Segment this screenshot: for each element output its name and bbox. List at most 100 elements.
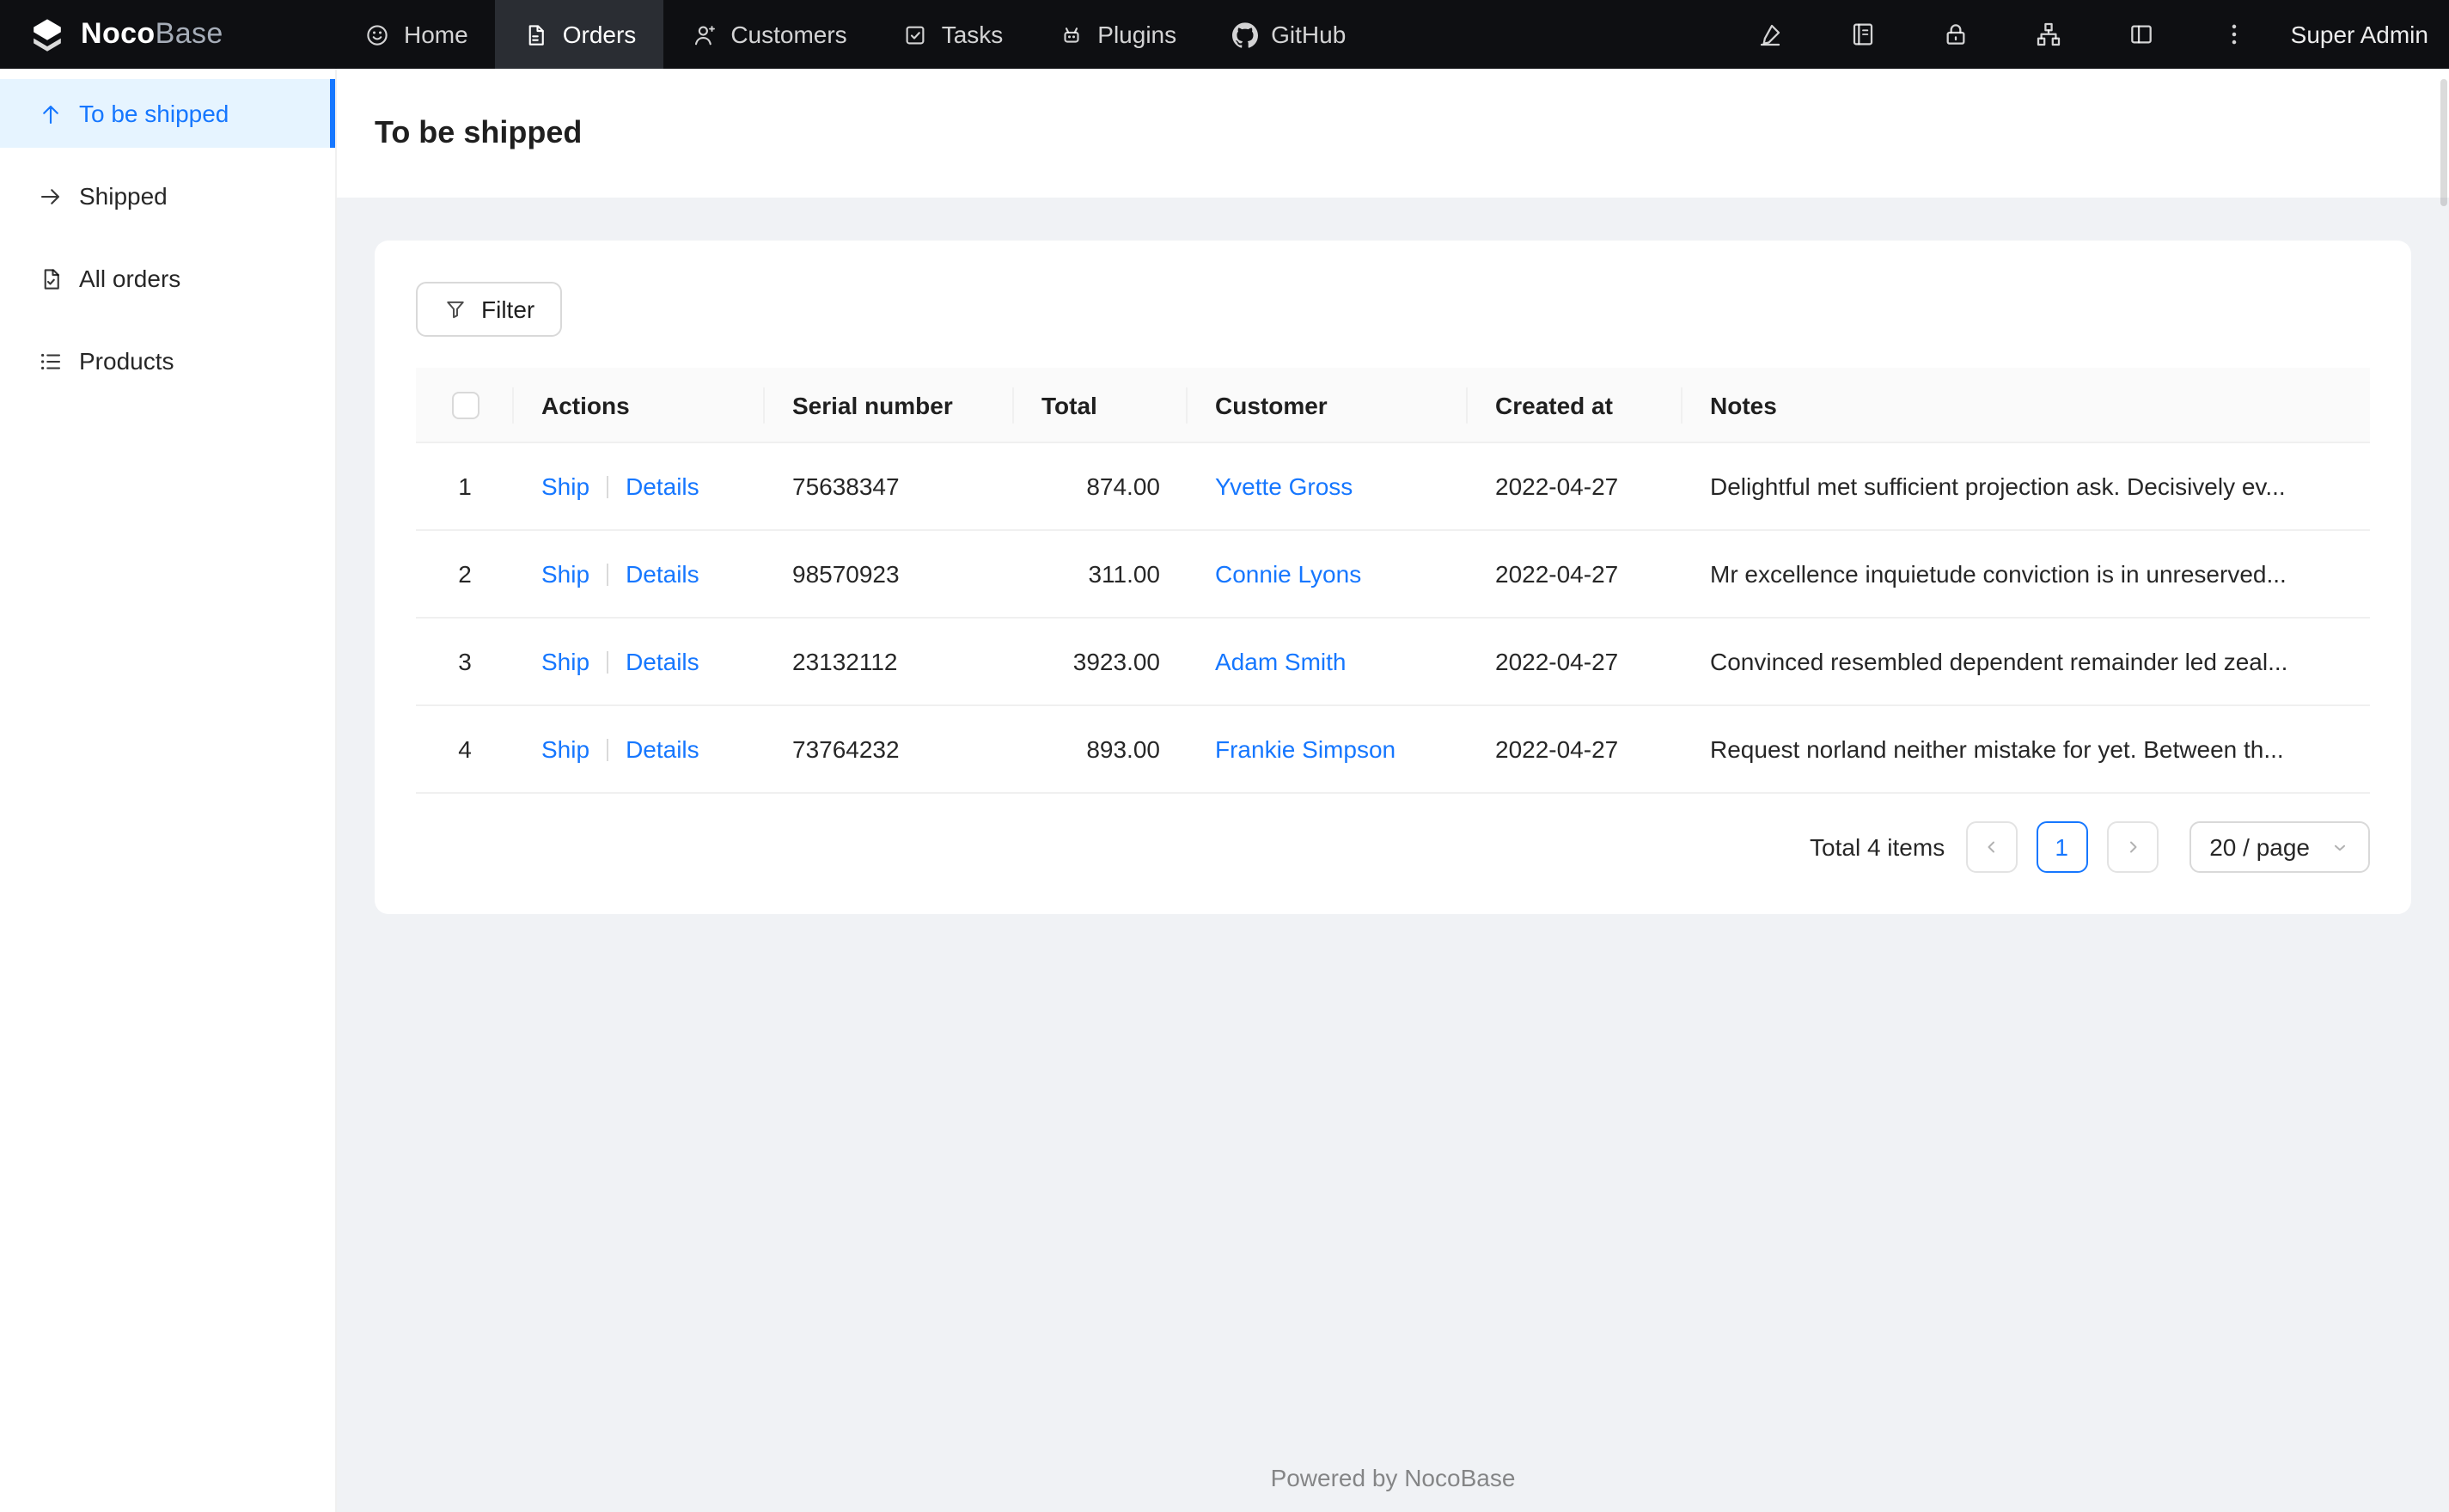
content-area: Filter Actions Serial number Total Custo… <box>337 198 2449 1512</box>
main-area: To be shipped Filter Actions Serial numb… <box>337 69 2449 1512</box>
details-link[interactable]: Details <box>626 736 699 764</box>
filter-icon <box>443 297 467 321</box>
sidebar-item-label: All orders <box>79 265 181 292</box>
lock-icon[interactable] <box>1909 0 2002 69</box>
sidebar-item-products[interactable]: Products <box>0 326 335 395</box>
action-divider <box>607 476 609 499</box>
nav-item-github[interactable]: GitHub <box>1204 0 1373 69</box>
customer-link[interactable]: Yvette Gross <box>1215 473 1353 501</box>
column-header-serial-number: Serial number <box>765 368 1014 444</box>
footer: Powered by NocoBase <box>375 1450 2411 1495</box>
nav-item-home[interactable]: Home <box>337 0 496 69</box>
row-actions-cell: Ship Details <box>514 530 765 619</box>
action-divider <box>607 739 609 762</box>
user-menu[interactable]: Super Admin <box>2291 21 2428 48</box>
customer-cell: Yvette Gross <box>1188 442 1468 532</box>
total-cell: 893.00 <box>1014 705 1188 795</box>
order-file-icon <box>38 265 64 291</box>
chevron-down-icon <box>2330 838 2349 857</box>
row-actions-cell: Ship Details <box>514 618 765 707</box>
select-all-header-cell <box>416 368 514 444</box>
top-header: NocoBase Home Orders Customers Tasks Plugins… <box>0 0 2449 69</box>
column-header-actions: Actions <box>514 368 765 444</box>
customers-icon <box>691 21 717 47</box>
nav-item-plugins[interactable]: Plugins <box>1030 0 1204 69</box>
ship-link[interactable]: Ship <box>541 736 589 764</box>
total-cell: 874.00 <box>1014 442 1188 532</box>
logo[interactable]: NocoBase <box>0 0 337 69</box>
sidebar-item-all-orders[interactable]: All orders <box>0 244 335 313</box>
nav-item-orders[interactable]: Orders <box>495 0 664 69</box>
notes-text: Delightful met sufficient projection ask… <box>1710 472 2286 501</box>
notes-cell: Request norland neither mistake for yet.… <box>1683 705 2370 795</box>
pagination-page-1[interactable]: 1 <box>2036 821 2088 874</box>
column-header-notes: Notes <box>1683 368 2370 444</box>
total-cell: 311.00 <box>1014 530 1188 619</box>
details-link[interactable]: Details <box>626 649 699 676</box>
highlighter-icon[interactable] <box>1724 0 1817 69</box>
notes-cell: Delightful met sufficient projection ask… <box>1683 442 2370 532</box>
nav-item-customers[interactable]: Customers <box>663 0 874 69</box>
tasks-icon <box>902 21 928 47</box>
orders-table: Actions Serial number Total Customer Cre… <box>416 368 2370 795</box>
customer-link[interactable]: Connie Lyons <box>1215 561 1361 588</box>
powered-by-text: Powered by NocoBase <box>1270 1464 1516 1491</box>
collections-icon[interactable] <box>1817 0 1909 69</box>
created-at-cell: 2022-04-27 <box>1468 442 1683 532</box>
nav-item-tasks[interactable]: Tasks <box>875 0 1031 69</box>
notes-text: Mr excellence inquietude conviction is i… <box>1710 560 2287 588</box>
layout-icon[interactable] <box>2095 0 2188 69</box>
column-header-customer: Customer <box>1188 368 1468 444</box>
nav-item-label: Home <box>404 21 468 48</box>
page-header: To be shipped <box>337 69 2449 198</box>
row-index-cell: 1 <box>416 442 514 532</box>
details-link[interactable]: Details <box>626 561 699 588</box>
github-icon <box>1231 21 1258 47</box>
logo-text-primary: Noco <box>81 17 156 50</box>
customer-link[interactable]: Frankie Simpson <box>1215 736 1396 764</box>
app-window: NocoBase Home Orders Customers Tasks Plugins… <box>0 0 2449 1512</box>
nocobase-logo-icon <box>27 15 67 54</box>
customer-cell: Adam Smith <box>1188 618 1468 707</box>
page-size-select[interactable]: 20 / page <box>2189 821 2370 874</box>
total-cell: 3923.00 <box>1014 618 1188 707</box>
notes-cell: Mr excellence inquietude conviction is i… <box>1683 530 2370 619</box>
apartment-icon[interactable] <box>2002 0 2095 69</box>
column-header-total: Total <box>1014 368 1188 444</box>
sidebar-item-to-be-shipped[interactable]: To be shipped <box>0 79 335 148</box>
home-icon <box>364 21 390 47</box>
header-right: Super Admin <box>1724 0 2449 69</box>
ship-link[interactable]: Ship <box>541 561 589 588</box>
row-index-cell: 2 <box>416 530 514 619</box>
created-at-cell: 2022-04-27 <box>1468 530 1683 619</box>
pagination-total: Total 4 items <box>1810 833 1945 862</box>
details-link[interactable]: Details <box>626 473 699 501</box>
filter-button[interactable]: Filter <box>416 282 563 337</box>
table-row: 4 Ship Details 73764232 893.00 Frankie Simpso… <box>416 705 2370 795</box>
serial-number-cell: 73764232 <box>765 705 1014 795</box>
pagination-prev-button[interactable] <box>1965 821 2018 874</box>
more-icon[interactable] <box>2188 0 2281 69</box>
page-size-value: 20 / page <box>2209 833 2310 862</box>
table-row: 1 Ship Details 75638347 874.00 Yvette Gross 20… <box>416 442 2370 532</box>
sidebar-item-label: Products <box>79 347 174 375</box>
sidebar-item-shipped[interactable]: Shipped <box>0 162 335 230</box>
select-all-checkbox[interactable] <box>451 392 479 420</box>
plugins-icon <box>1058 21 1084 47</box>
nav-item-label: Orders <box>562 21 637 48</box>
sidebar-item-label: To be shipped <box>79 100 229 127</box>
customer-cell: Frankie Simpson <box>1188 705 1468 795</box>
customer-cell: Connie Lyons <box>1188 530 1468 619</box>
ship-link[interactable]: Ship <box>541 649 589 676</box>
filter-button-label: Filter <box>481 296 535 323</box>
table-header-row: Actions Serial number Total Customer Cre… <box>416 368 2370 444</box>
customer-link[interactable]: Adam Smith <box>1215 649 1347 676</box>
serial-number-cell: 75638347 <box>765 442 1014 532</box>
created-at-cell: 2022-04-27 <box>1468 618 1683 707</box>
pagination-next-button[interactable] <box>2106 821 2159 874</box>
nav-item-label: GitHub <box>1271 21 1347 48</box>
table-row: 3 Ship Details 23132112 3923.00 Adam Smith 202… <box>416 618 2370 707</box>
scrollbar-thumb[interactable] <box>2440 79 2447 206</box>
column-header-created-at: Created at <box>1468 368 1683 444</box>
ship-link[interactable]: Ship <box>541 473 589 501</box>
